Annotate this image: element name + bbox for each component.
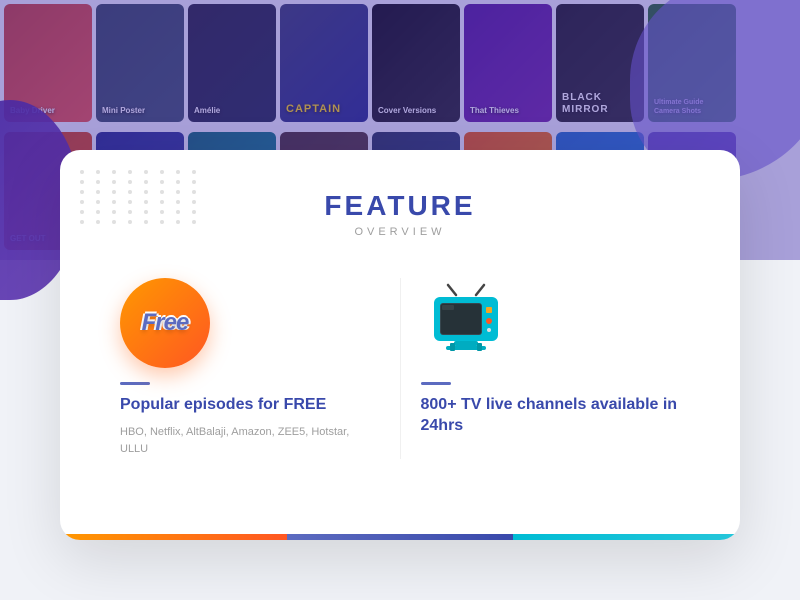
separator-line-2 [421, 382, 451, 385]
separator-line-1 [120, 382, 150, 385]
movie-card: Mini Poster [96, 4, 184, 122]
feature-card: FEATURE OVERVIEW Free Popular episodes f… [60, 150, 740, 540]
features-row: Free Popular episodes for FREE HBO, Netf… [60, 258, 740, 459]
free-episodes-heading: Popular episodes for FREE [120, 395, 380, 416]
movie-card: Cover Versions [372, 4, 460, 122]
movie-card-captain: CAPTAIN [280, 4, 368, 122]
tv-icon [426, 283, 506, 363]
free-episodes-description: HBO, Netflix, AltBalaji, Amazon, ZEE5, H… [120, 424, 380, 459]
bottom-bar [60, 534, 740, 540]
feature-subtitle: OVERVIEW [80, 226, 720, 238]
bar-segment-blue [287, 534, 514, 540]
feature-title: FEATURE [80, 190, 720, 222]
movie-card: Amélie [188, 4, 276, 122]
feature-free-episodes: Free Popular episodes for FREE HBO, Netf… [100, 278, 401, 459]
bar-segment-orange [60, 534, 287, 540]
bar-segment-cyan [513, 534, 740, 540]
tv-channels-heading: 800+ TV live channels available in 24hrs [421, 395, 681, 437]
card-header: FEATURE OVERVIEW [60, 150, 740, 258]
free-icon: Free [120, 278, 210, 368]
free-icon-text: Free [142, 309, 189, 337]
tv-icon-wrap [421, 278, 511, 368]
feature-tv-channels: 800+ TV live channels available in 24hrs [401, 278, 701, 459]
movie-card: That Thieves [464, 4, 552, 122]
